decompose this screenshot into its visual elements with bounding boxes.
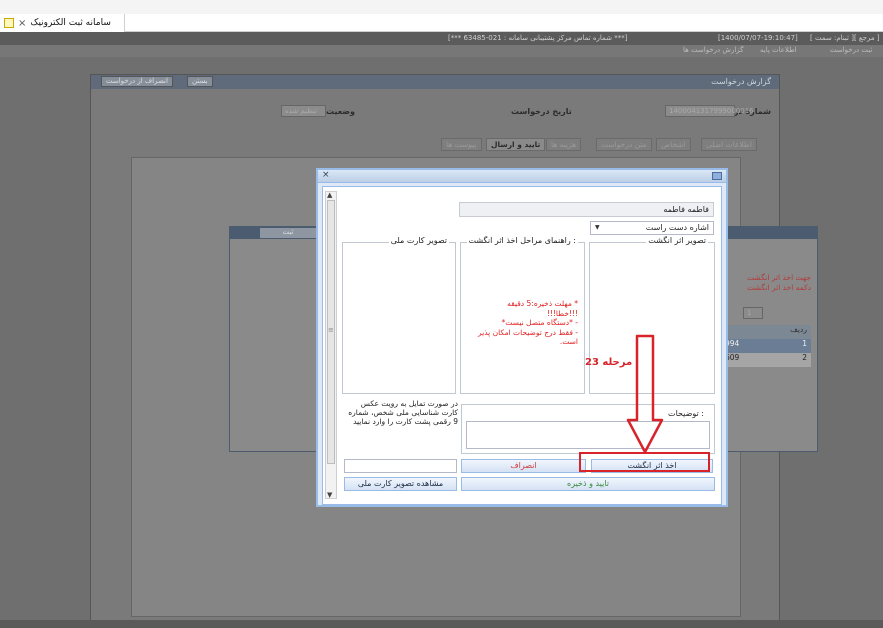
request-no-field[interactable]: 1400041317999000016	[665, 105, 754, 117]
step-label: مرحله 23	[585, 357, 633, 368]
status-bar: [*** شماره تماس مرکز پشتیبانی سامانه : 0…	[0, 32, 883, 45]
description-textarea[interactable]	[466, 421, 710, 449]
browser-tab[interactable]: × سامانه ثبت الکترونیک	[0, 14, 125, 32]
cancel-button[interactable]: انصراف	[461, 459, 586, 473]
tab-main-info[interactable]: اطلاعات اصلی	[701, 138, 757, 151]
scroll-up-icon[interactable]: ▲	[327, 191, 332, 199]
menu-item-reports[interactable]: گزارش درخواست ها	[683, 46, 743, 54]
fingerprint-image-legend: تصویر اثر انگشت	[646, 236, 708, 245]
confirm-save-button[interactable]: تایید و ذخیره	[461, 477, 715, 491]
support-text: [*** شماره تماس مرکز پشتیبانی سامانه : 0…	[448, 34, 628, 42]
guide-message: است.	[559, 337, 578, 346]
table-cell: 2	[802, 353, 807, 362]
national-card-legend: تصویر کارت ملی	[388, 236, 449, 245]
window-icon	[712, 172, 722, 180]
national-card-group: تصویر کارت ملی	[342, 236, 456, 394]
down-arrow-icon	[626, 334, 664, 454]
guide-message: * مهلت ذخیره:5 دقیقه	[507, 299, 578, 308]
user-text: [ ثبنام: سمت ][ مرجع ]	[810, 34, 880, 42]
instruction-line: جهت اخذ اثر انگشت	[747, 273, 811, 282]
card-number-input[interactable]	[344, 459, 457, 473]
table-row[interactable]: 609 2	[721, 353, 811, 367]
bottom-strip	[0, 620, 883, 628]
tab-title: سامانه ثبت الکترونیک	[30, 18, 111, 28]
datetime-text: [1400/07/07-19:10:47]	[718, 34, 798, 42]
finger-select-value: اشاره دست راست	[645, 223, 709, 232]
grip-icon: ≡	[328, 326, 334, 334]
person-name-field[interactable]: فاطمه فاطمه	[459, 202, 714, 217]
panel-cancel-request-button[interactable]: انصراف از درخواست	[101, 76, 173, 87]
tab-attachments[interactable]: پیوست ها	[441, 138, 482, 151]
vertical-scrollbar[interactable]: ▲ ≡ ▼	[325, 191, 337, 499]
close-icon[interactable]: ×	[18, 18, 26, 29]
column-header: ردیف	[790, 325, 807, 334]
scroll-down-icon[interactable]: ▼	[327, 491, 332, 499]
guide-message: !!!خطا!!!	[546, 308, 578, 318]
chevron-down-icon: ▼	[595, 224, 600, 231]
menu-item-basic-info[interactable]: اطلاعات پایه	[760, 46, 797, 54]
menu-item-register[interactable]: ثبت درخواست	[830, 46, 872, 54]
persons-table: ردیف 994 1 609 2	[721, 325, 811, 367]
description-group: توضیحات :	[461, 404, 715, 454]
register-button[interactable]: ثبت	[260, 228, 316, 238]
page-number-field[interactable]: 1	[743, 307, 763, 319]
menu-bar: ثبت درخواست اطلاعات پایه گزارش درخواست ه…	[0, 45, 883, 57]
status-label: وضعیت	[326, 107, 355, 116]
status-field[interactable]: تنظیم شده	[281, 105, 326, 117]
table-header: ردیف	[721, 325, 811, 339]
browser-toolbar	[0, 0, 883, 14]
highlight-box	[579, 452, 710, 472]
instruction-line: دکمه اخذ اثر انگشت	[747, 283, 811, 292]
tab-costs[interactable]: هزینه ها	[546, 138, 582, 151]
panel-header: گزارش درخواست بستن انصراف از درخواست	[91, 75, 779, 89]
guide-message: - فقط درج توضیحات امکان پذیر	[478, 327, 578, 337]
page-icon	[4, 18, 14, 28]
tab-strip: × سامانه ثبت الکترونیک	[0, 14, 883, 32]
guide-message: - *دستگاه متصل نیست*	[501, 318, 578, 327]
description-label: توضیحات :	[666, 409, 706, 418]
card-note: در صورت تمایل به رویت عکس کارت شناسایی م…	[348, 399, 458, 426]
panel-title: گزارش درخواست	[711, 77, 771, 86]
table-cell: 1	[802, 339, 807, 348]
dialog-header: ×	[318, 170, 726, 183]
panel-close-button[interactable]: بستن	[187, 76, 213, 87]
tab-persons[interactable]: اشخاص	[656, 138, 691, 151]
tab-request-text[interactable]: متن درخواست	[596, 138, 652, 151]
request-date-label: تاریخ درخواست	[511, 107, 572, 116]
table-row[interactable]: 994 1	[721, 339, 811, 353]
guide-legend: راهنمای مراحل اخذ اثر انگشت :	[466, 236, 578, 245]
finger-select[interactable]: ▼ اشاره دست راست	[590, 221, 714, 235]
guide-messages: * مهلت ذخیره:5 دقیقه !!!خطا!!! - *دستگاه…	[470, 299, 578, 347]
view-card-image-button[interactable]: مشاهده تصویر کارت ملی	[344, 477, 457, 491]
close-icon[interactable]: ×	[322, 170, 330, 180]
tab-confirm-send[interactable]: تایید و ارسال	[486, 138, 546, 151]
fingerprint-instruction: جهت اخذ اثر انگشت دکمه اخذ اثر انگشت	[747, 273, 811, 293]
